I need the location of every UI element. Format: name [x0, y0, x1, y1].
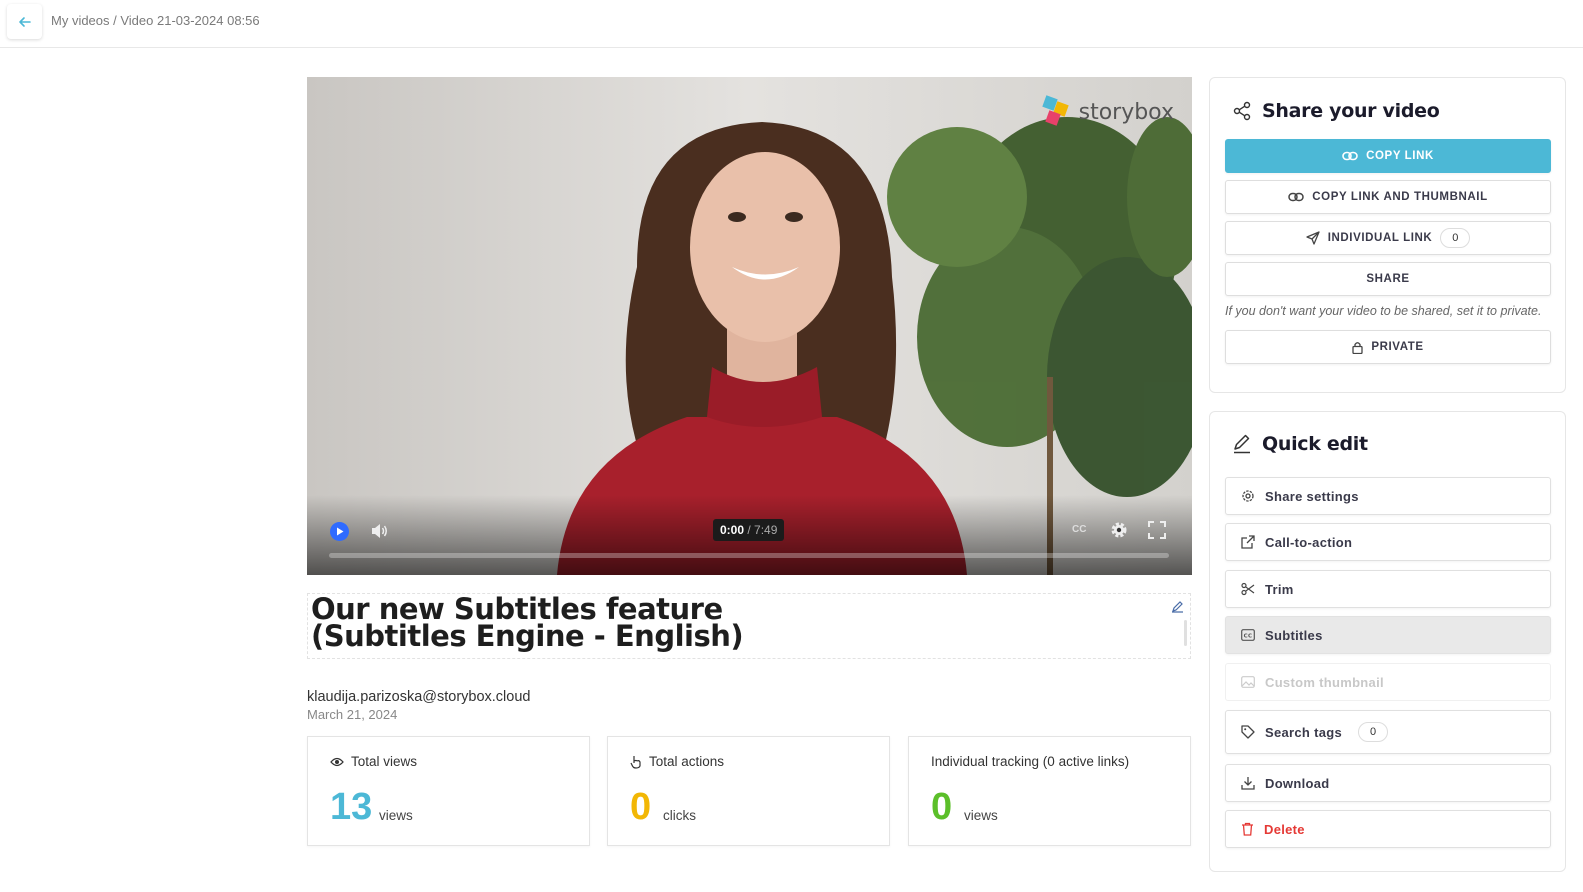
stat-label: Individual tracking (0 active links): [931, 754, 1130, 769]
private-button[interactable]: PRIVATE: [1225, 330, 1551, 364]
pencil-icon: [1234, 434, 1250, 454]
stat-unit: clicks: [663, 808, 696, 823]
top-bar: My videos / Video 21-03-2024 08:56: [0, 0, 1583, 48]
author-email: klaudija.parizoska@storybox.cloud: [307, 689, 531, 705]
send-icon: [1306, 231, 1320, 245]
trim-button[interactable]: Trim: [1225, 570, 1551, 608]
individual-link-count: 0: [1440, 228, 1471, 248]
storybox-logo-icon: [1041, 95, 1069, 126]
edit-title-button[interactable]: [1171, 600, 1184, 618]
cc-icon: CC: [1241, 629, 1255, 641]
back-button[interactable]: [7, 4, 42, 39]
share-panel: Share your video COPY LINK COPY LINK AND…: [1209, 77, 1566, 393]
fullscreen-icon: [1148, 521, 1166, 539]
stat-label: Total actions: [630, 754, 724, 769]
pencil-icon: [1172, 601, 1183, 613]
call-to-action-button[interactable]: Call-to-action: [1225, 523, 1551, 561]
stat-card-total-actions: Total actions 0 clicks: [607, 736, 890, 846]
custom-thumbnail-button[interactable]: Custom thumbnail: [1225, 663, 1551, 701]
stat-unit: views: [964, 808, 998, 823]
search-tags-button[interactable]: Search tags 0: [1225, 710, 1551, 754]
storybox-logo: storybox: [1041, 95, 1174, 129]
share-button[interactable]: SHARE: [1225, 262, 1551, 296]
title-line-2: (Subtitles Engine - English): [311, 619, 744, 653]
download-button[interactable]: Download: [1225, 764, 1551, 802]
external-link-icon: [1241, 535, 1255, 549]
share-icon: [1233, 101, 1251, 121]
image-icon: [1241, 676, 1255, 688]
arrow-left-icon: [18, 16, 31, 27]
player-settings-button[interactable]: [1109, 520, 1129, 545]
share-settings-button[interactable]: Share settings: [1225, 477, 1551, 515]
subtitles-button[interactable]: CC Subtitles: [1225, 616, 1551, 654]
individual-link-button[interactable]: INDIVIDUAL LINK 0: [1225, 221, 1551, 255]
trash-icon: [1242, 822, 1253, 836]
gear-icon: [1111, 522, 1127, 538]
stat-card-total-views: Total views 13 views: [307, 736, 590, 846]
play-icon: [336, 527, 343, 536]
duration: / 7:49: [747, 523, 778, 537]
current-time: 0:00: [720, 523, 745, 537]
breadcrumb[interactable]: My videos / Video 21-03-2024 08:56: [51, 13, 260, 28]
play-button[interactable]: [330, 522, 349, 541]
time-display: 0:00 / 7:49: [713, 519, 785, 541]
video-title-box[interactable]: Our new Subtitles feature (Subtitles Eng…: [307, 593, 1191, 659]
lock-icon: [1352, 341, 1363, 354]
volume-icon: [372, 524, 387, 538]
delete-button[interactable]: Delete: [1225, 810, 1551, 848]
video-player[interactable]: storybox 0:00 / 7:49 CC: [307, 77, 1192, 575]
link-icon: [1288, 192, 1305, 202]
volume-button[interactable]: [369, 521, 389, 546]
stat-label: Total views: [330, 754, 417, 769]
created-date: March 21, 2024: [307, 707, 398, 722]
quick-edit-panel: Quick edit Share settings Call-to-action…: [1209, 411, 1566, 872]
stat-unit: views: [379, 808, 413, 823]
gear-icon: [1242, 490, 1254, 502]
fullscreen-button[interactable]: [1147, 520, 1167, 545]
tag-icon: [1241, 725, 1255, 739]
pointer-icon: [630, 755, 641, 769]
share-heading: Share your video: [1232, 100, 1440, 122]
video-title[interactable]: Our new Subtitles feature (Subtitles Eng…: [311, 595, 744, 653]
copy-link-button[interactable]: COPY LINK: [1225, 139, 1551, 173]
progress-bar[interactable]: [329, 553, 1169, 558]
download-icon: [1241, 777, 1255, 790]
private-note: If you don't want your video to be share…: [1225, 304, 1542, 318]
logo-text: storybox: [1078, 99, 1174, 125]
eye-icon: [330, 757, 344, 766]
quick-edit-heading: Quick edit: [1232, 433, 1368, 455]
link-icon: [1342, 151, 1358, 161]
scissors-icon: [1241, 582, 1255, 596]
captions-button[interactable]: CC: [1072, 524, 1086, 535]
copy-link-thumbnail-button[interactable]: COPY LINK AND THUMBNAIL: [1225, 180, 1551, 214]
stat-value: 13: [330, 786, 373, 828]
stat-value: 0: [630, 786, 652, 828]
search-tags-count: 0: [1358, 722, 1389, 742]
svg-text:CC: CC: [1244, 634, 1253, 640]
stat-value: 0: [931, 786, 953, 828]
stat-card-individual-tracking: Individual tracking (0 active links) 0 v…: [908, 736, 1191, 846]
title-scrollbar[interactable]: [1184, 620, 1187, 646]
